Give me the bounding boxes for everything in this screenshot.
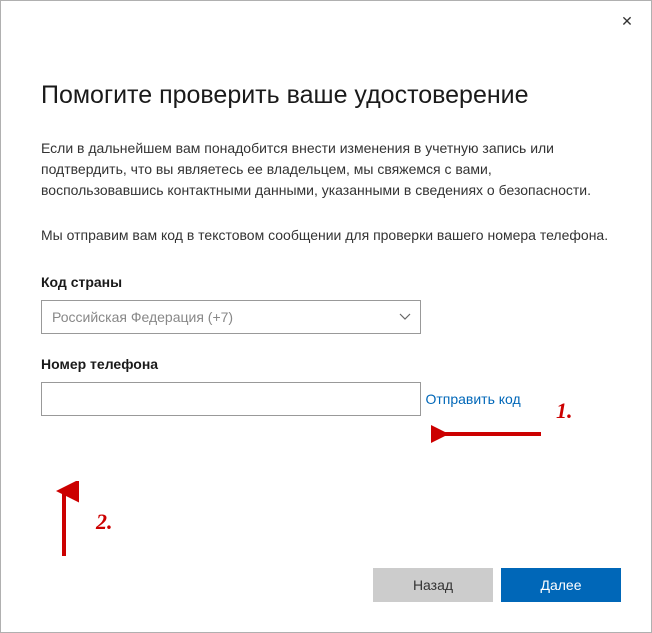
- next-button[interactable]: Далее: [501, 568, 621, 602]
- close-icon: ✕: [621, 13, 633, 30]
- country-code-label: Код страны: [41, 274, 611, 290]
- close-button[interactable]: ✕: [615, 9, 639, 33]
- phone-input[interactable]: [41, 382, 421, 416]
- phone-label: Номер телефона: [41, 356, 611, 372]
- annotation-arrow-2: [49, 481, 79, 561]
- back-button[interactable]: Назад: [373, 568, 493, 602]
- annotation-arrow-1: [431, 419, 551, 449]
- country-code-select[interactable]: Российская Федерация (+7): [41, 300, 421, 334]
- sub-description-text: Мы отправим вам код в текстовом сообщени…: [41, 225, 611, 246]
- page-title: Помогите проверить ваше удостоверение: [41, 81, 611, 110]
- country-code-value: Российская Федерация (+7): [41, 300, 421, 334]
- description-text: Если в дальнейшем вам понадобится внести…: [41, 138, 611, 201]
- send-code-link[interactable]: Отправить код: [425, 391, 520, 407]
- button-bar: Назад Далее: [373, 568, 621, 602]
- dialog-content: Помогите проверить ваше удостоверение Ес…: [1, 1, 651, 474]
- annotation-label-2: 2.: [96, 509, 113, 535]
